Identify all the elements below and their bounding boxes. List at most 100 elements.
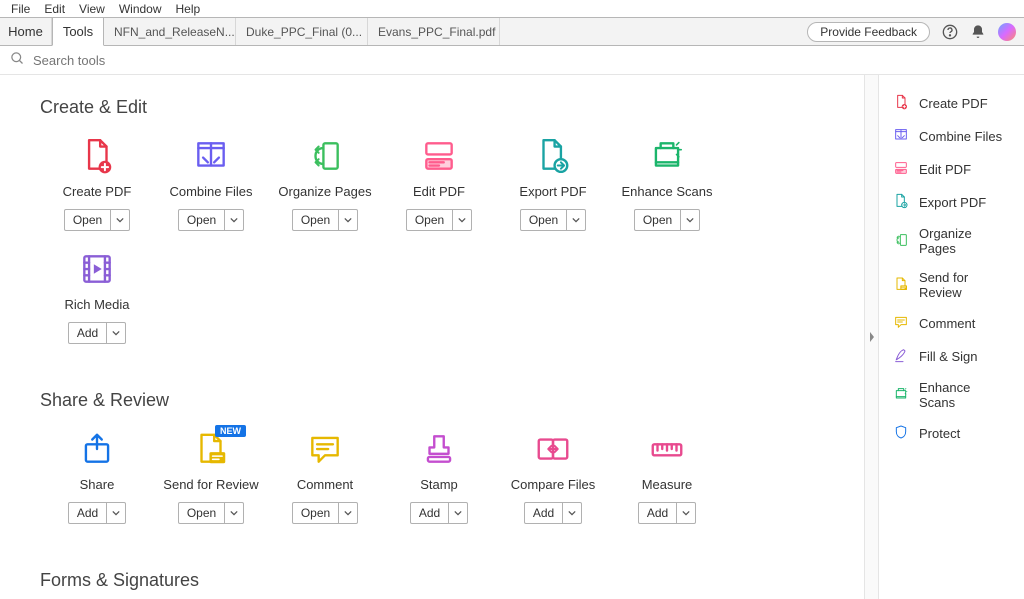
sidepanel-fill-sign[interactable]: Fill & Sign xyxy=(879,340,1024,373)
tool-share[interactable]: Share Add xyxy=(40,429,154,524)
tool-action-button[interactable]: Open xyxy=(292,209,339,231)
tools-content: Create & Edit Create PDF Open Combine Fi… xyxy=(0,75,864,599)
sidepanel-protect[interactable]: Protect xyxy=(879,417,1024,450)
send-review-icon xyxy=(893,276,909,295)
tool-rich-media[interactable]: Rich Media Add xyxy=(40,249,154,344)
tool-action-dropdown[interactable] xyxy=(339,209,358,231)
tool-action-button[interactable]: Add xyxy=(524,502,563,524)
tool-combine[interactable]: Combine Files Open xyxy=(154,136,268,231)
combine-icon xyxy=(893,127,909,146)
sidepanel-edit-pdf[interactable]: Edit PDF xyxy=(879,153,1024,186)
sidepanel-label: Send for Review xyxy=(919,270,1010,300)
tool-label: Rich Media xyxy=(64,297,129,312)
tool-stamp[interactable]: Stamp Add xyxy=(382,429,496,524)
help-icon[interactable] xyxy=(942,24,958,40)
tool-action-dropdown[interactable] xyxy=(563,502,582,524)
tool-comment[interactable]: Comment Open xyxy=(268,429,382,524)
document-tab[interactable]: NFN_and_ReleaseN... xyxy=(104,18,236,45)
tool-action-button[interactable]: Open xyxy=(64,209,111,231)
tool-label: Share xyxy=(80,477,115,492)
tool-action-button[interactable]: Open xyxy=(292,502,339,524)
sidepanel-export[interactable]: Export PDF xyxy=(879,186,1024,219)
tool-organize[interactable]: Organize Pages Open xyxy=(268,136,382,231)
menu-edit[interactable]: Edit xyxy=(37,2,72,16)
tool-label: Compare Files xyxy=(511,477,596,492)
tool-measure[interactable]: Measure Add xyxy=(610,429,724,524)
tool-label: Stamp xyxy=(420,477,458,492)
tab-home[interactable]: Home xyxy=(0,18,52,45)
edit-pdf-icon xyxy=(893,160,909,179)
tool-label: Comment xyxy=(297,477,353,492)
tool-action-split: Add xyxy=(638,502,696,524)
search-input[interactable] xyxy=(33,53,1014,68)
tool-action-button[interactable]: Add xyxy=(638,502,677,524)
sidepanel-label: Create PDF xyxy=(919,96,988,111)
sidepanel-label: Export PDF xyxy=(919,195,986,210)
sidepanel-combine[interactable]: Combine Files xyxy=(879,120,1024,153)
combine-icon xyxy=(190,136,232,176)
create-pdf-icon xyxy=(893,94,909,113)
tool-action-button[interactable]: Open xyxy=(520,209,567,231)
tool-action-button[interactable]: Open xyxy=(178,502,225,524)
search-icon xyxy=(10,51,25,69)
menu-file[interactable]: File xyxy=(4,2,37,16)
tool-action-dropdown[interactable] xyxy=(111,209,130,231)
avatar[interactable] xyxy=(998,23,1016,41)
tool-action-dropdown[interactable] xyxy=(225,502,244,524)
tabbar: Home Tools NFN_and_ReleaseN... Duke_PPC_… xyxy=(0,18,1024,46)
rich-media-icon xyxy=(76,249,118,289)
menu-help[interactable]: Help xyxy=(169,2,208,16)
provide-feedback-button[interactable]: Provide Feedback xyxy=(807,22,930,42)
collapse-handle[interactable] xyxy=(864,75,878,599)
sidepanel-enhance[interactable]: Enhance Scans xyxy=(879,373,1024,417)
tool-action-split: Add xyxy=(524,502,582,524)
tool-action-button[interactable]: Open xyxy=(634,209,681,231)
measure-icon xyxy=(646,429,688,469)
tab-tools[interactable]: Tools xyxy=(52,18,104,46)
sidepanel-send-review[interactable]: Send for Review xyxy=(879,263,1024,307)
tool-action-dropdown[interactable] xyxy=(339,502,358,524)
sidepanel-organize[interactable]: Organize Pages xyxy=(879,219,1024,263)
tool-create-pdf[interactable]: Create PDF Open xyxy=(40,136,154,231)
sidepanel-create-pdf[interactable]: Create PDF xyxy=(879,87,1024,120)
section-title: Create & Edit xyxy=(40,97,834,118)
organize-icon xyxy=(304,136,346,176)
fill-sign-icon xyxy=(893,347,909,366)
organize-icon xyxy=(893,232,909,251)
tool-action-dropdown[interactable] xyxy=(681,209,700,231)
menu-view[interactable]: View xyxy=(72,2,112,16)
tool-edit-pdf[interactable]: Edit PDF Open xyxy=(382,136,496,231)
tool-action-split: Open xyxy=(178,209,244,231)
tool-export[interactable]: Export PDF Open xyxy=(496,136,610,231)
sidepanel-label: Comment xyxy=(919,316,975,331)
menubar: File Edit View Window Help xyxy=(0,0,1024,18)
tool-action-button[interactable]: Add xyxy=(68,322,107,344)
tool-action-button[interactable]: Open xyxy=(178,209,225,231)
document-tab[interactable]: Evans_PPC_Final.pdf xyxy=(368,18,500,45)
menu-window[interactable]: Window xyxy=(112,2,169,16)
tool-action-button[interactable]: Open xyxy=(406,209,453,231)
tool-action-dropdown[interactable] xyxy=(567,209,586,231)
sidepanel-comment[interactable]: Comment xyxy=(879,307,1024,340)
tool-send-review[interactable]: NEW Send for Review Open xyxy=(154,429,268,524)
tool-enhance[interactable]: Enhance Scans Open xyxy=(610,136,724,231)
document-tab[interactable]: Duke_PPC_Final (0... xyxy=(236,18,368,45)
tool-action-button[interactable]: Add xyxy=(410,502,449,524)
tool-compare[interactable]: Compare Files Add xyxy=(496,429,610,524)
section-title: Forms & Signatures xyxy=(40,570,834,591)
sidepanel-label: Combine Files xyxy=(919,129,1002,144)
tool-action-dropdown[interactable] xyxy=(453,209,472,231)
tool-label: Edit PDF xyxy=(413,184,465,199)
stamp-icon xyxy=(418,429,460,469)
tool-action-button[interactable]: Add xyxy=(68,502,107,524)
tool-action-split: Open xyxy=(64,209,130,231)
tool-action-dropdown[interactable] xyxy=(677,502,696,524)
tool-action-dropdown[interactable] xyxy=(107,322,126,344)
tool-action-dropdown[interactable] xyxy=(225,209,244,231)
bell-icon[interactable] xyxy=(970,24,986,40)
tool-action-split: Add xyxy=(68,502,126,524)
tool-action-dropdown[interactable] xyxy=(107,502,126,524)
side-panel: Create PDF Combine Files Edit PDF Export PD… xyxy=(878,75,1024,599)
tool-action-dropdown[interactable] xyxy=(449,502,468,524)
tool-label: Export PDF xyxy=(519,184,586,199)
